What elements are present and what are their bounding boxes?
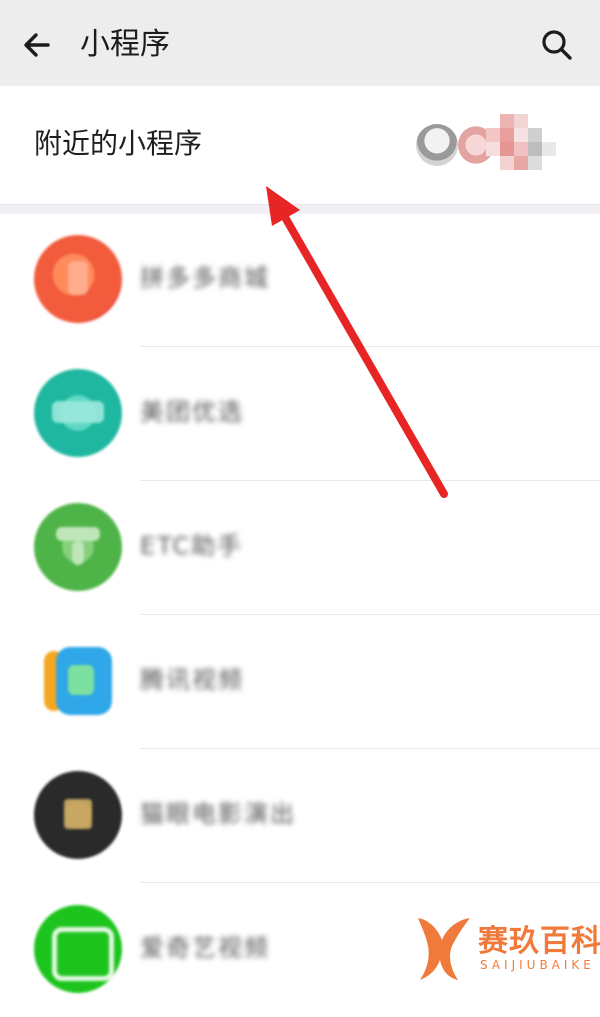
app-icon-green [34,503,122,591]
search-icon [542,30,572,60]
app-icon-teal [34,369,122,457]
list-item[interactable]: 美团优选 [0,347,600,481]
nearby-thumbnail-pixelated [486,110,558,180]
app-icon-iqiyi [34,905,122,993]
app-icon-red [34,235,122,323]
app-name: 腾讯视频 [140,666,244,694]
arrow-left-icon [24,33,50,57]
watermark: 赛玖百科 SAIJIUBAIKE [412,910,600,988]
watermark-subtext: SAIJIUBAIKE [480,958,595,972]
page-title: 小程序 [80,27,170,62]
top-app-bar: 小程序 [0,0,600,87]
app-icon-play [34,637,122,725]
list-item[interactable]: 猫眼电影演出 [0,749,600,883]
nearby-thumbnails [416,110,556,180]
nearby-mini-programs-row[interactable]: 附近的小程序 [0,86,600,204]
app-name: 美团优选 [140,398,244,426]
list-item[interactable]: 腾讯视频 [0,615,600,749]
app-name: 猫眼电影演出 [140,800,296,828]
nearby-mini-programs-label: 附近的小程序 [34,127,203,160]
back-button[interactable] [18,24,60,66]
app-name: 爱奇艺视频 [140,934,270,962]
nearby-thumbnail-badge [416,124,458,166]
watermark-text: 赛玖百科 [478,924,600,959]
app-icon-dark [34,771,122,859]
search-button[interactable] [536,24,578,66]
whale-tail-logo-icon [418,918,470,980]
list-item[interactable]: 拼多多商城 [0,213,600,347]
app-name: ETC助手 [140,532,244,560]
list-item[interactable]: ETC助手 [0,481,600,615]
app-name: 拼多多商城 [140,264,270,292]
